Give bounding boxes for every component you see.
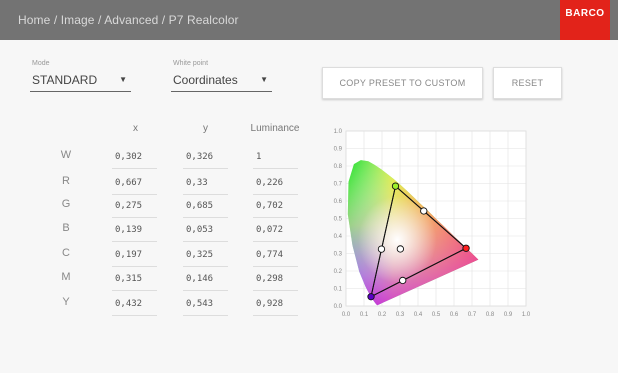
white-point-label: White point	[173, 60, 209, 67]
point-m	[399, 276, 407, 285]
cell-value: 0,928	[256, 299, 284, 309]
point-r	[462, 244, 470, 252]
col-header-x: x	[133, 123, 138, 134]
cell-value: 0,072	[256, 225, 284, 235]
row-label-b: B	[62, 222, 70, 234]
cell-value: 0,774	[256, 250, 284, 260]
cell-b-luminance[interactable]: 0,072	[253, 221, 298, 242]
point-y	[420, 207, 428, 215]
cell-value: 0,326	[186, 152, 214, 162]
x-tick-label: 0.0	[342, 312, 351, 318]
cell-value: 0,685	[186, 201, 214, 211]
cell-r-luminance[interactable]: 0,226	[253, 174, 298, 195]
mode-label: Mode	[32, 60, 50, 67]
cell-b-y[interactable]: 0,053	[183, 221, 228, 242]
cell-c-y[interactable]: 0,325	[183, 246, 228, 267]
chevron-down-icon: ▼	[260, 75, 268, 84]
y-tick-label: 0.8	[334, 164, 343, 170]
cell-r-x[interactable]: 0,667	[112, 174, 157, 195]
cell-m-luminance[interactable]: 0,298	[253, 270, 298, 291]
row-label-c: C	[62, 247, 70, 259]
y-tick-label: 0.2	[334, 269, 343, 275]
cell-value: 0,315	[115, 274, 143, 284]
cell-value: 0,275	[115, 201, 143, 211]
cell-value: 0,302	[115, 152, 143, 162]
cell-w-luminance[interactable]: 1	[253, 148, 298, 169]
y-tick-label: 0.9	[334, 147, 343, 153]
y-axis-ticks: 0.0 0.1 0.2 0.3 0.4 0.5 0.6 0.7 0.8 0.9 1.0	[334, 129, 343, 310]
y-tick-label: 0.6	[334, 199, 343, 205]
chevron-down-icon: ▼	[119, 75, 127, 84]
x-tick-label: 0.1	[360, 312, 369, 318]
y-tick-label: 0.0	[334, 304, 343, 310]
y-tick-label: 0.5	[334, 217, 343, 223]
cell-value: 0,432	[115, 299, 143, 309]
point-b	[367, 293, 375, 301]
cell-g-luminance[interactable]: 0,702	[253, 197, 298, 218]
x-tick-label: 0.4	[414, 312, 423, 318]
cell-w-x[interactable]: 0,302	[112, 148, 157, 169]
cell-m-y[interactable]: 0,146	[183, 270, 228, 291]
cell-c-luminance[interactable]: 0,774	[253, 246, 298, 267]
white-point-select-value: Coordinates	[173, 73, 238, 87]
copy-preset-button[interactable]: COPY PRESET TO CUSTOM	[322, 67, 483, 99]
x-tick-label: 0.3	[396, 312, 405, 318]
cell-g-x[interactable]: 0,275	[112, 197, 157, 218]
col-header-luminance: Luminance	[250, 123, 300, 134]
x-tick-label: 0.2	[378, 312, 387, 318]
cell-b-x[interactable]: 0,139	[112, 221, 157, 242]
row-label-g: G	[61, 198, 71, 210]
y-tick-label: 0.7	[334, 182, 343, 188]
cell-value: 0,053	[186, 225, 214, 235]
cell-g-y[interactable]: 0,685	[183, 197, 228, 218]
white-point-select[interactable]: Coordinates ▼	[171, 71, 272, 92]
row-label-r: R	[62, 175, 70, 187]
row-label-m: M	[61, 271, 71, 283]
cie-chromaticity-chart: 0.0 0.1 0.2 0.3 0.4 0.5 0.6 0.7 0.8 0.9 1.0 0.0 0.1…	[334, 129, 531, 318]
cell-value: 0,325	[186, 250, 214, 260]
cell-value: 0,139	[115, 225, 143, 235]
col-header-y: y	[203, 123, 208, 134]
y-tick-label: 0.4	[334, 234, 343, 240]
cell-value: 0,702	[256, 201, 284, 211]
cell-value: 1	[256, 152, 262, 162]
y-tick-label: 0.1	[334, 287, 343, 293]
y-tick-label: 0.3	[334, 252, 343, 258]
cell-value: 0,298	[256, 274, 284, 284]
cell-m-x[interactable]: 0,315	[112, 270, 157, 291]
x-tick-label: 0.8	[486, 312, 495, 318]
mode-select[interactable]: STANDARD ▼	[30, 71, 131, 92]
cell-r-y[interactable]: 0,33	[183, 174, 228, 195]
cell-c-x[interactable]: 0,197	[112, 246, 157, 267]
cell-w-y[interactable]: 0,326	[183, 148, 228, 169]
breadcrumb[interactable]: Home / Image / Advanced / P7 Realcolor	[18, 13, 239, 27]
point-c	[377, 245, 386, 253]
point-w	[396, 245, 405, 253]
x-tick-label: 0.5	[432, 312, 441, 318]
x-tick-label: 1.0	[522, 312, 531, 318]
y-tick-label: 1.0	[334, 129, 343, 135]
cell-value: 0,197	[115, 250, 143, 260]
cell-value: 0,146	[186, 274, 214, 284]
cell-value: 0,543	[186, 299, 214, 309]
x-tick-label: 0.7	[468, 312, 477, 318]
x-axis-ticks: 0.0 0.1 0.2 0.3 0.4 0.5 0.6 0.7 0.8 0.9 1.0	[342, 312, 531, 318]
cell-y-x[interactable]: 0,432	[112, 295, 157, 316]
app-window: Home / Image / Advanced / P7 Realcolor B…	[0, 0, 618, 373]
cell-y-luminance[interactable]: 0,928	[253, 295, 298, 316]
mode-select-value: STANDARD	[32, 73, 98, 87]
cell-value: 0,226	[256, 178, 284, 188]
cell-value: 0,33	[186, 178, 208, 188]
row-label-y: Y	[62, 296, 70, 308]
x-tick-label: 0.6	[450, 312, 459, 318]
cell-value: 0,667	[115, 178, 143, 188]
reset-button[interactable]: RESET	[493, 67, 562, 99]
top-bar: Home / Image / Advanced / P7 Realcolor B…	[0, 0, 618, 40]
cell-y-y[interactable]: 0,543	[183, 295, 228, 316]
barco-logo: BARCO	[560, 0, 610, 40]
point-g	[391, 182, 400, 190]
x-tick-label: 0.9	[504, 312, 513, 318]
row-label-w: W	[60, 149, 72, 161]
